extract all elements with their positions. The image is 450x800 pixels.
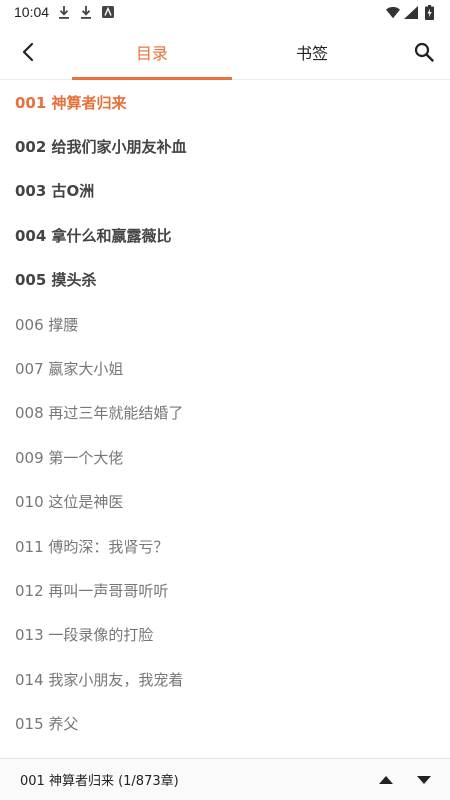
chapter-item-010[interactable]: 010 这位是神医 — [0, 480, 450, 524]
chapter-item-015[interactable]: 015 养父 — [0, 701, 450, 745]
wifi-icon — [386, 5, 400, 19]
chapter-item-007[interactable]: 007 嬴家大小姐 — [0, 346, 450, 390]
tab-catalog[interactable]: 目录 — [72, 24, 232, 80]
chapter-item-004[interactable]: 004 拿什么和嬴露薇比 — [0, 213, 450, 257]
download-icon — [57, 5, 71, 19]
chapter-item-005[interactable]: 005 摸头杀 — [0, 258, 450, 302]
chapter-item-013[interactable]: 013 一段录像的打脸 — [0, 613, 450, 657]
chapter-item-006[interactable]: 006 撑腰 — [0, 302, 450, 346]
top-bar: 目录 书签 — [0, 24, 450, 80]
progress-text: 001 神算者归来 (1/873章) — [20, 774, 179, 789]
chapter-item-014[interactable]: 014 我家小朋友，我宠着 — [0, 657, 450, 701]
scroll-down-button[interactable] — [412, 768, 436, 792]
bottom-bar: 001 神算者归来 (1/873章) — [0, 758, 450, 800]
chapter-item-002[interactable]: 002 给我们家小朋友补血 — [0, 124, 450, 168]
chapter-item-008[interactable]: 008 再过三年就能结婚了 — [0, 391, 450, 435]
chapter-item-003[interactable]: 003 古O洲 — [0, 169, 450, 213]
download-icon — [79, 5, 93, 19]
chapter-item-009[interactable]: 009 第一个大佬 — [0, 435, 450, 479]
chapter-list: 001 神算者归来 002 给我们家小朋友补血 003 古O洲 004 拿什么和… — [0, 80, 450, 758]
search-button[interactable] — [408, 36, 440, 68]
scroll-up-button[interactable] — [374, 768, 398, 792]
chapter-item-001[interactable]: 001 神算者归来 — [0, 80, 450, 124]
status-time: 10:04 — [14, 4, 50, 20]
tab-bookmarks[interactable]: 书签 — [232, 24, 392, 80]
app-notification-icon — [101, 5, 115, 19]
chapter-item-012[interactable]: 012 再叫一声哥哥听听 — [0, 568, 450, 612]
triangle-down-icon — [417, 775, 431, 784]
status-bar: 10:04 — [0, 0, 450, 24]
back-arrow-icon — [22, 42, 34, 62]
signal-icon — [404, 5, 418, 19]
chapter-item-011[interactable]: 011 傅昀深：我肾亏？ — [0, 524, 450, 568]
back-button[interactable] — [12, 36, 44, 68]
search-icon — [414, 42, 434, 62]
battery-icon — [422, 4, 436, 20]
triangle-up-icon — [379, 775, 393, 784]
